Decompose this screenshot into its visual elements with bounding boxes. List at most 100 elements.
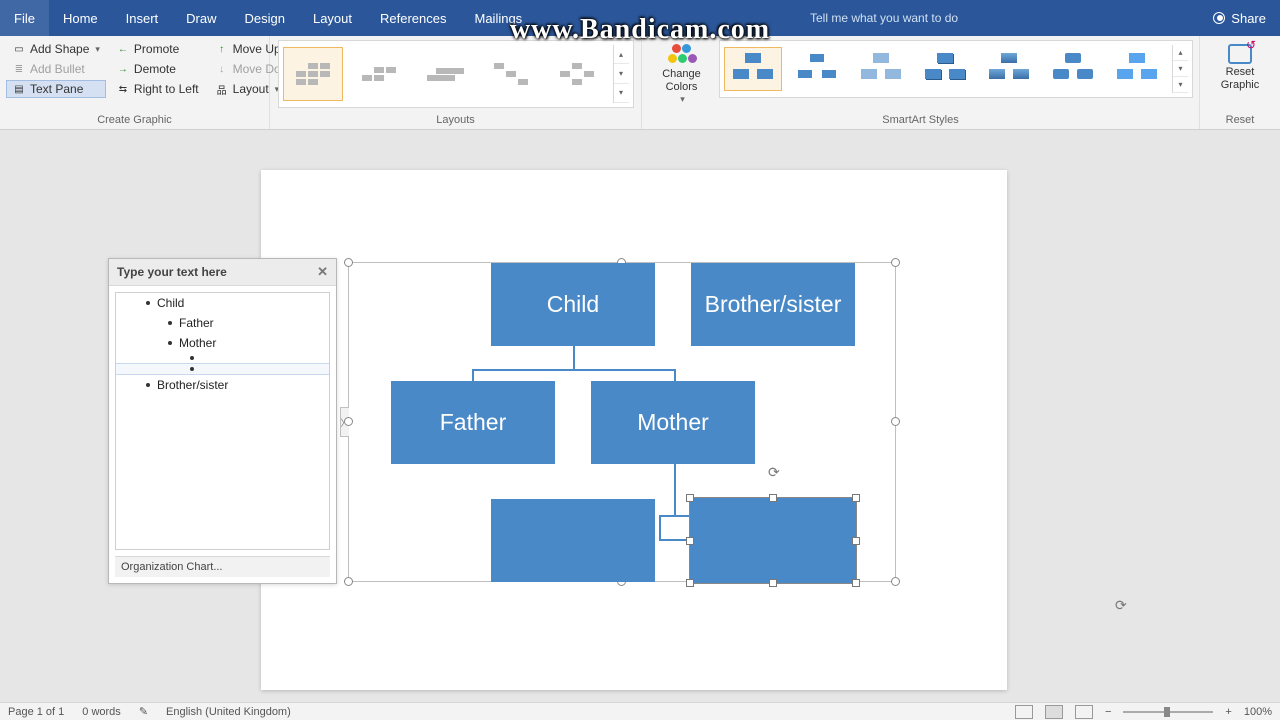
share-icon bbox=[1213, 12, 1225, 24]
resize-handle[interactable] bbox=[891, 577, 900, 586]
layout-option-2[interactable] bbox=[349, 47, 409, 101]
styles-scroll: ▴ ▾ ▾ bbox=[1172, 45, 1188, 93]
tab-draw[interactable]: Draw bbox=[172, 0, 230, 36]
resize-handle[interactable] bbox=[891, 417, 900, 426]
change-colors-icon bbox=[668, 44, 696, 66]
add-shape-button[interactable]: ▭Add Shape▾ bbox=[6, 40, 106, 58]
group-label-styles: SmartArt Styles bbox=[642, 114, 1199, 129]
gallery-up[interactable]: ▴ bbox=[614, 45, 629, 64]
node-blank-1[interactable] bbox=[491, 499, 655, 582]
text-pane-item[interactable]: Child bbox=[116, 293, 329, 313]
tab-design[interactable]: Design bbox=[231, 0, 299, 36]
connector bbox=[674, 369, 676, 381]
smartart-frame[interactable]: 〉 Child Brother/sister Father Mother ⟳ bbox=[348, 262, 896, 582]
view-print-layout[interactable] bbox=[1045, 705, 1063, 719]
document-canvas[interactable]: 〉 Child Brother/sister Father Mother ⟳ bbox=[0, 130, 1280, 690]
style-option-1[interactable] bbox=[724, 47, 782, 91]
text-pane-footer[interactable]: Organization Chart... bbox=[115, 556, 330, 577]
style-option-2[interactable] bbox=[788, 47, 846, 91]
connector bbox=[659, 515, 691, 517]
text-pane-item[interactable] bbox=[116, 353, 329, 363]
style-option-6[interactable] bbox=[1044, 47, 1102, 91]
dropdown-icon: ▾ bbox=[680, 94, 685, 105]
style-option-4[interactable] bbox=[916, 47, 974, 91]
tab-references[interactable]: References bbox=[366, 0, 460, 36]
add-shape-icon: ▭ bbox=[12, 42, 26, 56]
styles-gallery: ▴ ▾ ▾ bbox=[719, 40, 1193, 98]
zoom-slider[interactable] bbox=[1123, 711, 1213, 713]
layout-option-4[interactable] bbox=[481, 47, 541, 101]
resize-handle[interactable] bbox=[891, 258, 900, 267]
style-option-5[interactable] bbox=[980, 47, 1038, 91]
text-pane[interactable]: Type your text here ✕ ChildFatherMother B… bbox=[108, 258, 337, 584]
text-pane-header: Type your text here ✕ bbox=[109, 259, 336, 286]
resize-handle[interactable] bbox=[344, 258, 353, 267]
text-pane-body[interactable]: ChildFatherMother Brother/sister bbox=[115, 292, 330, 550]
layouts-gallery: ▴ ▾ ▾ bbox=[278, 40, 634, 108]
text-pane-item[interactable]: Father bbox=[116, 313, 329, 333]
group-smartart-styles: Change Colors ▾ ▴ ▾ ▾ SmartArt Styles bbox=[642, 36, 1200, 129]
text-pane-icon: ▤ bbox=[12, 82, 26, 96]
demote-button[interactable]: →Demote bbox=[110, 60, 205, 78]
rotate-handle-icon[interactable]: ⟳ bbox=[768, 464, 784, 480]
node-mother[interactable]: Mother bbox=[591, 381, 755, 464]
change-colors-button[interactable]: Change Colors ▾ bbox=[648, 40, 715, 109]
reset-graphic-button[interactable]: Reset Graphic bbox=[1206, 40, 1274, 96]
add-bullet-icon: ≣ bbox=[12, 62, 26, 76]
spellcheck-icon[interactable]: ✎ bbox=[139, 705, 148, 718]
group-create-graphic: ▭Add Shape▾ ≣Add Bullet ▤Text Pane ←Prom… bbox=[0, 36, 270, 129]
text-pane-item[interactable] bbox=[116, 363, 329, 375]
tab-mailings[interactable]: Mailings bbox=[461, 0, 537, 36]
share-button[interactable]: Share bbox=[1199, 0, 1280, 36]
tab-layout[interactable]: Layout bbox=[299, 0, 366, 36]
gallery-scroll: ▴ ▾ ▾ bbox=[613, 45, 629, 103]
group-label-create-graphic: Create Graphic bbox=[0, 114, 269, 129]
style-option-3[interactable] bbox=[852, 47, 910, 91]
layout-option-1[interactable] bbox=[283, 47, 343, 101]
zoom-out[interactable]: − bbox=[1105, 706, 1111, 718]
reset-icon bbox=[1228, 44, 1252, 64]
tab-home[interactable]: Home bbox=[49, 0, 112, 36]
view-read-mode[interactable] bbox=[1015, 705, 1033, 719]
rtl-button[interactable]: ⇆Right to Left bbox=[110, 80, 205, 98]
connector bbox=[573, 346, 575, 370]
zoom-level[interactable]: 100% bbox=[1244, 706, 1272, 718]
connector bbox=[472, 369, 676, 371]
layout-option-3[interactable] bbox=[415, 47, 475, 101]
status-language[interactable]: English (United Kingdom) bbox=[166, 706, 291, 718]
promote-button[interactable]: ←Promote bbox=[110, 40, 205, 58]
promote-icon: ← bbox=[116, 42, 130, 56]
group-label-reset: Reset bbox=[1200, 114, 1280, 129]
tab-insert[interactable]: Insert bbox=[112, 0, 173, 36]
style-option-7[interactable] bbox=[1108, 47, 1166, 91]
text-pane-close[interactable]: ✕ bbox=[317, 264, 328, 280]
rotate-handle[interactable]: ⟳ bbox=[1115, 597, 1131, 613]
group-layouts: ▴ ▾ ▾ Layouts bbox=[270, 36, 642, 129]
zoom-in[interactable]: + bbox=[1225, 706, 1231, 718]
node-father[interactable]: Father bbox=[391, 381, 555, 464]
node-child[interactable]: Child bbox=[491, 263, 655, 346]
view-web-layout[interactable] bbox=[1075, 705, 1093, 719]
resize-handle[interactable] bbox=[344, 417, 353, 426]
layout-icon: 品 bbox=[215, 82, 229, 96]
tab-file[interactable]: File bbox=[0, 0, 49, 36]
resize-handle[interactable] bbox=[344, 577, 353, 586]
layout-option-5[interactable] bbox=[547, 47, 607, 101]
styles-down[interactable]: ▾ bbox=[1173, 61, 1188, 77]
gallery-more[interactable]: ▾ bbox=[614, 84, 629, 103]
text-pane-item[interactable]: Brother/sister bbox=[116, 375, 329, 395]
text-pane-button[interactable]: ▤Text Pane bbox=[6, 80, 106, 98]
move-up-icon: ↑ bbox=[215, 42, 229, 56]
status-page[interactable]: Page 1 of 1 bbox=[8, 706, 64, 718]
connector bbox=[674, 463, 676, 515]
status-words[interactable]: 0 words bbox=[82, 706, 121, 718]
dropdown-icon: ▾ bbox=[95, 44, 100, 55]
move-down-icon: ↓ bbox=[215, 62, 229, 76]
text-pane-item[interactable]: Mother bbox=[116, 333, 329, 353]
tell-me-visible[interactable]: Tell me what you want to do bbox=[810, 0, 958, 36]
node-brother-sister[interactable]: Brother/sister bbox=[691, 263, 855, 346]
styles-up[interactable]: ▴ bbox=[1173, 45, 1188, 61]
node-blank-2-selected[interactable] bbox=[689, 497, 857, 584]
styles-more[interactable]: ▾ bbox=[1173, 77, 1188, 93]
gallery-down[interactable]: ▾ bbox=[614, 64, 629, 83]
